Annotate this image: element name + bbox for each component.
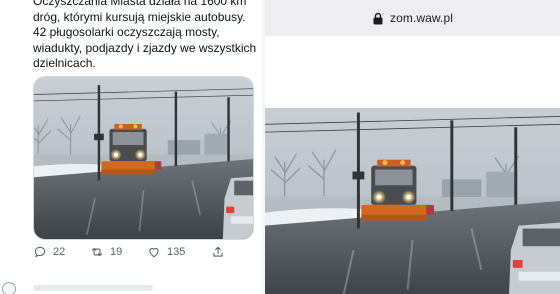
- tweet-panel: Oczyszczania Miasta działa na 1600 km dr…: [0, 0, 265, 294]
- retweet-icon: [91, 247, 103, 257]
- url-text: zom.waw.pl: [389, 11, 454, 25]
- tweet-photo[interactable]: [33, 76, 254, 240]
- like-count: 135: [167, 246, 186, 258]
- mobile-browser: zom.waw.pl: [265, 0, 560, 294]
- reply-button[interactable]: 22: [33, 245, 90, 259]
- reply-icon: [34, 246, 46, 258]
- like-icon: [149, 248, 159, 258]
- lock-icon: [373, 12, 383, 24]
- retweet-button[interactable]: 19: [90, 245, 147, 259]
- snowplow-photo: [34, 77, 253, 239]
- like-button[interactable]: 135: [147, 245, 211, 259]
- share-icon: [213, 246, 223, 257]
- address-bar[interactable]: zom.waw.pl: [265, 0, 560, 36]
- avatar: [2, 282, 16, 294]
- next-tweet[interactable]: [0, 276, 265, 294]
- retweet-count: 19: [110, 246, 123, 258]
- reply-count: 22: [53, 246, 66, 258]
- tweet-text: Oczyszczania Miasta działa na 1600 km dr…: [33, 0, 257, 70]
- share-button[interactable]: [211, 245, 227, 259]
- snowplow-photo: [265, 108, 560, 294]
- next-tweet-header: [33, 285, 153, 291]
- article-photo[interactable]: [265, 108, 560, 294]
- tweet-actions: 22 19 135: [33, 244, 233, 260]
